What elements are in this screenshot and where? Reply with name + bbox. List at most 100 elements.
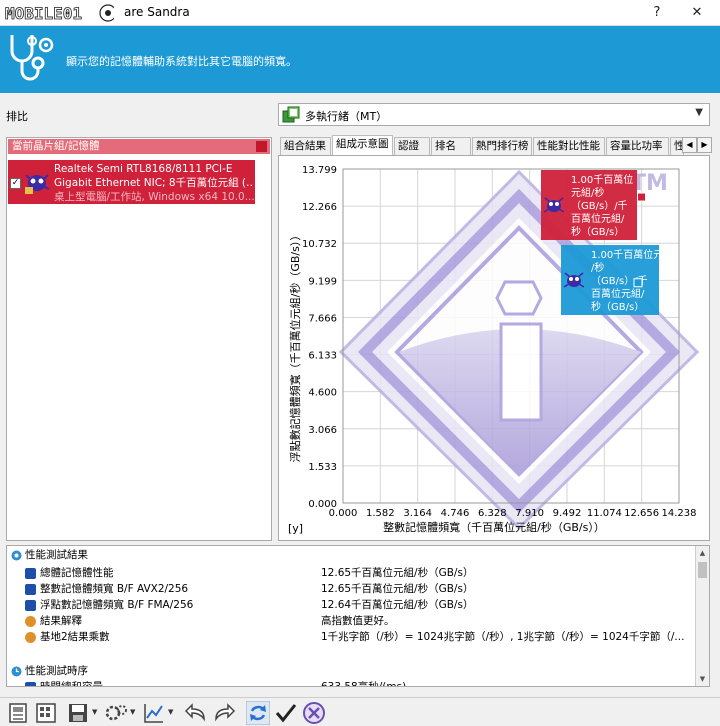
ok-icon[interactable] (274, 701, 298, 725)
tab-certification[interactable]: 認證 (394, 137, 430, 155)
thread-mode-select[interactable]: 多執行緒（MT） ▼ (278, 103, 710, 126)
group-header: 當前晶片組/記憶體 (8, 139, 270, 154)
x-tick-label: 7.910 (515, 508, 544, 519)
data-point[interactable] (637, 192, 647, 202)
tab-ranking[interactable]: 排名 (431, 137, 471, 155)
chart-icon[interactable] (142, 701, 166, 725)
group-header-label: 當前晶片組/記憶體 (12, 140, 100, 152)
scroll-down-icon[interactable]: ▼ (696, 672, 709, 686)
timing-section-title: 性能測試時序 (25, 665, 88, 677)
benchmark-results-icon (11, 550, 22, 561)
y-tick-label: 12.266 (302, 202, 337, 213)
list-item-current-system[interactable]: ✓ Realtek Semi RTL8168/8111 PCI-E Gigabi… (8, 160, 255, 204)
callout-text: 秒（GB/s） (591, 300, 644, 313)
item-line-2: Gigabit Ethernet NIC; 8千百萬位元組 (… (54, 177, 254, 189)
scroll-up-icon[interactable]: ▲ (696, 546, 709, 560)
options-dropdown-icon[interactable]: ▼ (130, 708, 135, 716)
tab-composition-chart[interactable]: 組成示意圖 (332, 135, 393, 156)
timing-row[interactable]: 時間總和容量 633.58毫秒/(ms) (7, 679, 695, 687)
x-tick-label: 6.328 (478, 508, 507, 519)
forward-icon[interactable] (212, 701, 236, 725)
group-color-swatch (256, 141, 267, 152)
data-point[interactable] (633, 278, 643, 288)
result-value: 12.65千百萬位元組/秒（GB/s） (321, 567, 474, 579)
result-value: 1千兆字節（/秒）= 1024兆字節（/秒）, 1兆字節（/秒）= 1024千字… (321, 631, 685, 643)
callout-text: 1.00千百萬位 (571, 173, 633, 186)
callout-text: 秒（GB/s） (571, 225, 624, 238)
result-row[interactable]: 整數記憶體頻寬 B/F AVX2/256 12.65千百萬位元組/秒（GB/s） (7, 581, 695, 597)
help-button[interactable]: ? (646, 3, 668, 23)
item-line-3: 桌上型電腦/工作站, Windows x64 10.0... (54, 191, 254, 203)
results-section-header[interactable]: 性能測試結果 (7, 547, 695, 563)
result-row[interactable]: 總體記憶體性能 12.65千百萬位元組/秒（GB/s） (7, 565, 695, 581)
clock-icon (11, 666, 22, 677)
data-point-callout[interactable]: 1.00千百萬位元組/秒（GB/s）/千百萬位元組/秒（GB/s） (541, 170, 637, 240)
x-tick-label: 9.492 (553, 508, 582, 519)
callout-text: 1.00千百萬位元組 (591, 248, 673, 261)
results-scrollbar[interactable]: ▲ ▼ (695, 546, 709, 686)
x-tick-label: 11.074 (587, 508, 622, 519)
memory-icon[interactable] (34, 701, 58, 725)
tab-top-list[interactable]: 熱門排行榜 (472, 137, 532, 155)
sandra-bug-icon (24, 174, 50, 194)
scroll-thumb[interactable] (698, 562, 707, 578)
tab-performance-comparison[interactable]: 性能對比性能 (533, 137, 605, 155)
composition-chart-panel: TM 0.000 1.582 3.164 4.746 6.328 7.910 9.492 11… (278, 155, 710, 541)
results-panel: 性能測試結果 總體記憶體性能 12.65千百萬位元組/秒（GB/s） 整數記憶體頻寬… (6, 545, 710, 687)
gear-icon (25, 632, 36, 643)
result-row[interactable]: 結果解釋 高指數值更好。 (7, 613, 695, 629)
x-axis-title: 整數記憶體頻寬（千百萬位元組/秒（GB/s）） (383, 520, 605, 534)
sandra-watermark-logo: TM (338, 169, 700, 531)
timing-row-label: 時間總和容量 (40, 681, 103, 687)
header-banner: 顯示您的記憶體輔助系統對比其它電腦的頻寬。 (0, 26, 720, 93)
tab-capacity-power[interactable]: 容量比功率 (606, 137, 669, 155)
y-tick-label: 1.533 (308, 462, 337, 473)
hardware-icon[interactable] (6, 701, 30, 725)
save-dropdown-icon[interactable]: ▼ (92, 708, 97, 716)
logo: MOBILE01 (4, 3, 114, 23)
y-tick-label: 4.600 (308, 388, 337, 399)
gear-icon (25, 616, 36, 627)
y-tick-label: 7.666 (308, 313, 337, 324)
refresh-icon[interactable] (246, 701, 270, 725)
title-bar: MOBILE01 are Sandra ? ✕ (0, 0, 720, 26)
multithread-icon (282, 106, 300, 123)
callout-text: 百萬位元組/ (591, 287, 645, 300)
result-row[interactable]: 浮點數記憶體頻寬 B/F FMA/256 12.64千百萬位元組/秒（GB/s） (7, 597, 695, 613)
item-checkbox[interactable]: ✓ (10, 178, 21, 189)
data-point-callout[interactable]: 1.00千百萬位元組/秒（GB/s）/千百萬位元組/秒（GB/s） (561, 245, 673, 315)
thread-mode-value: 多執行緒（MT） (305, 110, 388, 123)
banner-description: 顯示您的記憶體輔助系統對比其它電腦的頻寬。 (66, 55, 297, 68)
x-tick-label: 3.164 (403, 508, 432, 519)
tab-combined-results[interactable]: 組合結果 (280, 137, 331, 155)
chart-dropdown-icon[interactable]: ▼ (168, 708, 173, 716)
x-tick-label: 4.746 (441, 508, 470, 519)
y-tick-label: 10.732 (302, 239, 337, 250)
back-icon[interactable] (184, 701, 208, 725)
options-icon[interactable] (104, 701, 128, 725)
y-tick-label: 0.000 (308, 499, 337, 510)
close-button[interactable]: ✕ (686, 3, 708, 23)
callout-text: 百萬位元組/ (571, 212, 625, 225)
blue-square-icon (25, 600, 36, 611)
rank-label: 排比 (6, 110, 28, 123)
tab-scroll-right-icon[interactable]: ▶ (697, 137, 712, 153)
item-line-1: Realtek Semi RTL8168/8111 PCI-E (54, 163, 233, 175)
x-tick-label: 12.656 (624, 508, 659, 519)
blue-square-icon (25, 568, 36, 579)
timing-section-header[interactable]: 性能測試時序 (7, 663, 695, 679)
save-icon[interactable] (66, 701, 90, 725)
results-section-title: 性能測試結果 (25, 549, 88, 561)
tab-strip: 組合結果 組成示意圖 認證 排名 熱門排行榜 性能對比性能 容量比功率 性 ◀ … (278, 135, 712, 156)
scatter-chart: TM 0.000 1.582 3.164 4.746 6.328 7.910 9.492 11… (288, 165, 700, 535)
mobile01-logo: MOBILE01 (5, 4, 114, 23)
y-axis-title: 浮點數記憶體頻寬（千百萬位元組/秒（GB/s）） (288, 230, 302, 463)
result-label: 基地2結果乘數 (40, 631, 110, 643)
tab-scroll-left-icon[interactable]: ◀ (682, 137, 697, 153)
cancel-icon[interactable] (302, 701, 326, 725)
result-row[interactable]: 基地2結果乘數 1千兆字節（/秒）= 1024兆字節（/秒）, 1兆字節（/秒）=… (7, 629, 695, 645)
chevron-down-icon[interactable]: ▼ (695, 107, 703, 118)
comparison-list: 當前晶片組/記憶體 ✓ Realtek Semi RTL8168/8111 PC… (6, 137, 272, 541)
item-description: Realtek Semi RTL8168/8111 PCI-E Gigabit … (54, 162, 254, 204)
window-title: are Sandra (124, 5, 190, 19)
